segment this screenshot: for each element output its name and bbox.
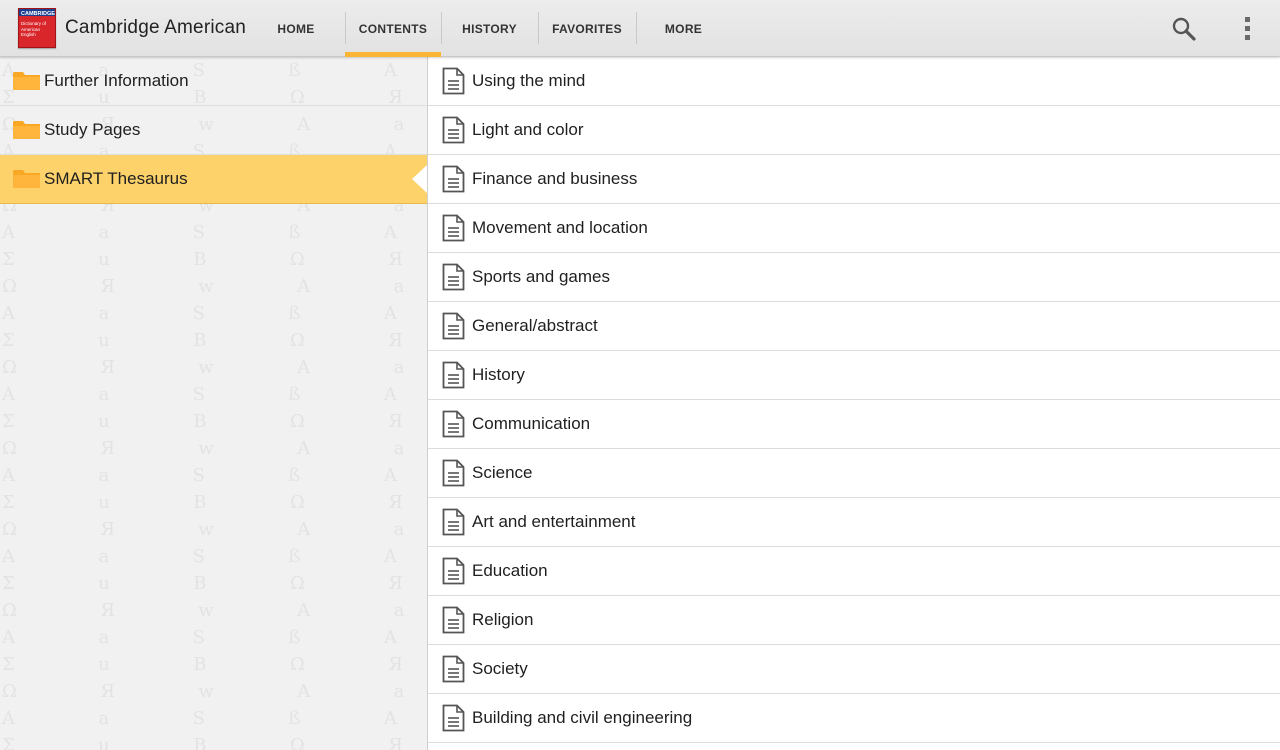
topic-item[interactable]: General/abstract bbox=[428, 302, 1280, 351]
topic-item[interactable]: Light and color bbox=[428, 106, 1280, 155]
tab-label: HOME bbox=[277, 21, 315, 36]
app-title: Cambridge American bbox=[65, 17, 247, 38]
topic-label: Communication bbox=[472, 414, 591, 433]
folder-label: Further Information bbox=[44, 71, 189, 90]
topic-item[interactable]: Using the mind bbox=[428, 57, 1280, 106]
topic-item[interactable]: Building and civil engineering bbox=[428, 694, 1280, 743]
document-icon bbox=[442, 655, 465, 683]
topic-label: Religion bbox=[472, 610, 534, 629]
topic-item[interactable]: Movement and location bbox=[428, 204, 1280, 253]
folder-icon-wrap bbox=[13, 169, 40, 189]
topic-label: Education bbox=[472, 561, 548, 580]
doc-icon-wrap bbox=[442, 165, 465, 193]
document-icon bbox=[442, 410, 465, 438]
doc-icon-wrap bbox=[442, 655, 465, 683]
folder-icon bbox=[13, 72, 40, 90]
document-icon bbox=[442, 459, 465, 487]
logo-text: CAMBRIDGE bbox=[21, 11, 55, 17]
topic-item[interactable]: Education bbox=[428, 547, 1280, 596]
topic-pane: Using the mind Light and color Finance and… bbox=[427, 57, 1280, 750]
topic-item[interactable]: Art and entertainment bbox=[428, 498, 1280, 547]
doc-icon-wrap bbox=[442, 459, 465, 487]
tab-favorites[interactable]: FAVORITES bbox=[538, 0, 636, 57]
document-icon bbox=[442, 165, 465, 193]
folder-icon-wrap bbox=[13, 120, 40, 140]
document-icon bbox=[442, 508, 465, 536]
doc-icon-wrap bbox=[442, 557, 465, 585]
search-icon bbox=[1172, 17, 1196, 41]
folder-item[interactable]: Study Pages bbox=[0, 106, 427, 155]
tab-home[interactable]: HOME bbox=[258, 0, 334, 57]
doc-icon-wrap bbox=[442, 116, 465, 144]
app-logo[interactable]: CAMBRIDGE Dictionary of American English bbox=[18, 8, 56, 48]
logo-subtext: Dictionary of American English bbox=[21, 21, 47, 37]
search-button[interactable] bbox=[1162, 0, 1206, 57]
topic-label: General/abstract bbox=[472, 316, 598, 335]
topic-label: Sports and games bbox=[472, 267, 610, 286]
topic-label: History bbox=[472, 365, 525, 384]
document-icon bbox=[442, 704, 465, 732]
topic-item[interactable]: Science bbox=[428, 449, 1280, 498]
action-bar: CAMBRIDGE Dictionary of American English… bbox=[0, 0, 1280, 57]
tab-label: FAVORITES bbox=[552, 21, 622, 36]
doc-icon-wrap bbox=[442, 361, 465, 389]
topic-label: Science bbox=[472, 463, 533, 482]
document-icon bbox=[442, 214, 465, 242]
folder-label: SMART Thesaurus bbox=[44, 169, 188, 188]
doc-icon-wrap bbox=[442, 312, 465, 340]
topic-item[interactable]: Communication bbox=[428, 400, 1280, 449]
folder-pane: A a S ß A a S ß A a S ß Σ u B Ω Я Æ w Σ … bbox=[0, 57, 427, 750]
doc-icon-wrap bbox=[442, 67, 465, 95]
folder-icon bbox=[13, 170, 40, 188]
folder-item[interactable]: SMART Thesaurus bbox=[0, 155, 427, 204]
topic-label: Movement and location bbox=[472, 218, 648, 237]
document-icon bbox=[442, 606, 465, 634]
topic-label: Art and entertainment bbox=[472, 512, 636, 531]
tab-contents[interactable]: CONTENTS bbox=[345, 0, 441, 57]
doc-icon-wrap bbox=[442, 214, 465, 242]
overflow-menu-button[interactable] bbox=[1226, 0, 1270, 57]
document-icon bbox=[442, 361, 465, 389]
document-icon bbox=[442, 312, 465, 340]
document-icon bbox=[442, 263, 465, 291]
topic-item[interactable]: Sports and games bbox=[428, 253, 1280, 302]
topic-label: Using the mind bbox=[472, 71, 586, 90]
tab-label: MORE bbox=[664, 21, 703, 36]
topic-label: Building and civil engineering bbox=[472, 708, 693, 727]
topic-label: Finance and business bbox=[472, 169, 638, 188]
folder-icon-wrap bbox=[13, 71, 40, 91]
topic-label: Light and color bbox=[472, 120, 584, 139]
selection-arrow bbox=[412, 165, 427, 193]
folder-item[interactable]: Further Information bbox=[0, 57, 427, 106]
document-icon bbox=[442, 116, 465, 144]
doc-icon-wrap bbox=[442, 704, 465, 732]
tab-label: HISTORY bbox=[462, 21, 517, 36]
tab-more[interactable]: MORE bbox=[636, 0, 731, 57]
topic-label: Society bbox=[472, 659, 528, 678]
topic-item[interactable]: Finance and business bbox=[428, 155, 1280, 204]
topic-item[interactable]: Society bbox=[428, 645, 1280, 694]
tab-history[interactable]: HISTORY bbox=[441, 0, 538, 57]
doc-icon-wrap bbox=[442, 508, 465, 536]
document-icon bbox=[442, 557, 465, 585]
document-icon bbox=[442, 67, 465, 95]
topic-item[interactable]: Religion bbox=[428, 596, 1280, 645]
doc-icon-wrap bbox=[442, 606, 465, 634]
overflow-menu-icon bbox=[1245, 16, 1250, 40]
tab-label: CONTENTS bbox=[358, 21, 428, 36]
doc-icon-wrap bbox=[442, 410, 465, 438]
topic-item[interactable]: History bbox=[428, 351, 1280, 400]
folder-label: Study Pages bbox=[44, 120, 141, 139]
doc-icon-wrap bbox=[442, 263, 465, 291]
folder-icon bbox=[13, 121, 40, 139]
